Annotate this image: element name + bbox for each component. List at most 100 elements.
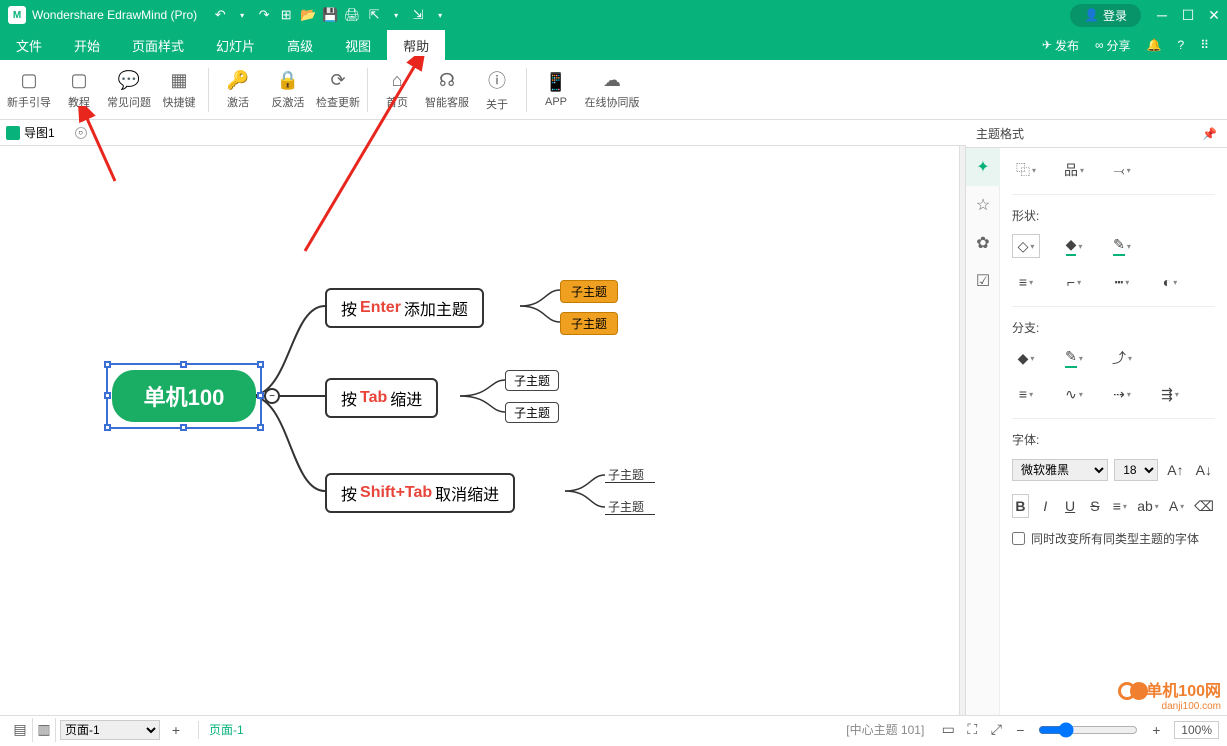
page-select[interactable]: 页面-1 [60,720,160,740]
apps-icon[interactable]: ⠿ [1194,38,1215,52]
subtopic[interactable]: 子主题 [560,312,618,335]
border-color-picker[interactable]: ✎ [1108,234,1136,258]
menu-view[interactable]: 视图 [329,30,387,60]
align-picker[interactable]: ≡ [1111,494,1128,518]
branch-weight-picker[interactable]: ≡ [1012,382,1040,406]
topic-shifttab[interactable]: 按 Shift+Tab 取消缩进 [325,473,515,513]
layout-tree-icon[interactable]: ⿻ [1012,158,1040,182]
minimize-button[interactable]: ─ [1149,0,1175,30]
underline-button[interactable]: U [1062,494,1079,518]
fit-page-icon[interactable]: ⛶ [960,718,984,742]
panel-tab-style[interactable]: ✦ [966,148,1000,186]
subtopic[interactable]: 子主题 [608,498,644,515]
apply-all-checkbox[interactable]: 同时改变所有同类型主题的字体 [1012,530,1215,547]
font-shrink-button[interactable]: A↓ [1193,458,1215,482]
ribbon-guide[interactable]: ▢新手引导 [4,62,54,118]
ribbon-faq[interactable]: 💬常见问题 [104,62,154,118]
page-tab[interactable]: 页面-1 [209,721,244,738]
new-icon[interactable]: ⊞ [276,5,296,25]
ribbon-support[interactable]: ☊智能客服 [422,62,472,118]
ribbon-home[interactable]: ⌂首页 [372,62,422,118]
ribbon-about[interactable]: ⓘ关于 [472,62,522,118]
menu-file[interactable]: 文件 [0,30,58,60]
open-icon[interactable]: 📂 [298,5,318,25]
tab-label[interactable]: 导图1 [24,124,55,141]
fit-width-icon[interactable]: ▭ [936,718,960,742]
zoom-value[interactable]: 100% [1174,721,1219,739]
close-button[interactable]: ✕ [1201,0,1227,30]
dash-picker[interactable]: ┅ [1108,270,1136,294]
outline-view-icon[interactable]: ▤ [8,718,32,742]
clear-format-button[interactable]: ⌫ [1193,494,1215,518]
ribbon-shortcut[interactable]: ▦快捷键 [154,62,204,118]
menu-pagestyle[interactable]: 页面样式 [116,30,200,60]
panel-splitter[interactable] [959,146,966,715]
shadow-picker[interactable]: ◐ [1156,270,1184,294]
page-list-icon[interactable]: ▥ [32,718,56,742]
font-size-select[interactable]: 18 [1114,459,1158,481]
print-icon[interactable]: 🖨 [342,5,362,25]
branch-end-picker[interactable]: ⤴ [1108,346,1136,370]
export-dropdown-icon[interactable]: ▾ [386,5,406,25]
branch-color-picker[interactable]: ◆ [1012,346,1040,370]
fullscreen-icon[interactable]: ⤢ [984,718,1008,742]
menu-start[interactable]: 开始 [58,30,116,60]
ribbon-app[interactable]: 📱APP [531,62,581,118]
layout-fish-icon[interactable]: ⤙ [1108,158,1136,182]
export-icon[interactable]: ⇱ [364,5,384,25]
menu-slides[interactable]: 幻灯片 [200,30,271,60]
topic-tab[interactable]: 按 Tab 缩进 [325,378,438,418]
menu-help[interactable]: 帮助 [387,30,445,60]
branch-style-picker[interactable]: ✎ [1060,346,1088,370]
strike-button[interactable]: S [1087,494,1104,518]
panel-tab-task[interactable]: ☑ [966,262,1000,300]
zoom-in-button[interactable]: + [1144,718,1168,742]
undo-icon[interactable]: ↶ [210,5,230,25]
quick-dropdown-icon[interactable]: ▾ [430,5,450,25]
topic-enter[interactable]: 按 Enter 添加主题 [325,288,484,328]
share-quick-icon[interactable]: ⇲ [408,5,428,25]
collapse-toggle[interactable]: − [264,388,280,404]
ribbon-tutorial[interactable]: ▢教程 [54,62,104,118]
apply-all-input[interactable] [1012,532,1025,545]
font-grow-button[interactable]: A↑ [1164,458,1186,482]
text-highlight-picker[interactable]: ab [1136,494,1160,518]
panel-tab-star[interactable]: ☆ [966,186,1000,224]
text-color-picker[interactable]: A [1168,494,1185,518]
maximize-button[interactable]: ☐ [1175,0,1201,30]
subtopic[interactable]: 子主题 [560,280,618,303]
layout-org-icon[interactable]: 品 [1060,158,1088,182]
ribbon-collab[interactable]: ☁在线协同版 [581,62,643,118]
ribbon-activate[interactable]: 🔑激活 [213,62,263,118]
branch-arrow-picker[interactable]: ⇶ [1156,382,1184,406]
zoom-out-button[interactable]: − [1008,718,1032,742]
font-family-select[interactable]: 微软雅黑 [1012,459,1108,481]
italic-button[interactable]: I [1037,494,1054,518]
help-icon[interactable]: ? [1172,38,1191,52]
subtopic[interactable]: 子主题 [505,402,559,423]
share-button[interactable]: ∞分享 [1089,37,1137,54]
pin-icon[interactable]: 📌 [1202,127,1217,141]
panel-tab-clover[interactable]: ✿ [966,224,1000,262]
branch-curve-picker[interactable]: ∿ [1060,382,1088,406]
line-weight-picker[interactable]: ≡ [1012,270,1040,294]
bold-button[interactable]: B [1012,494,1029,518]
redo-icon[interactable]: ↷ [254,5,274,25]
canvas[interactable]: 单机100 − 按 Enter 添加主题 按 Tab 缩进 按 Shift+Ta… [0,146,959,715]
login-button[interactable]: 👤 登录 [1070,4,1141,27]
branch-dash-picker[interactable]: ⇢ [1108,382,1136,406]
subtopic[interactable]: 子主题 [505,370,559,391]
shape-picker[interactable]: ◇ [1012,234,1040,258]
publish-button[interactable]: ✈发布 [1036,37,1085,54]
fill-color-picker[interactable]: ◆ [1060,234,1088,258]
add-page-button[interactable]: + [164,718,188,742]
undo-dropdown-icon[interactable]: ▾ [232,5,252,25]
ribbon-deactivate[interactable]: 🔒反激活 [263,62,313,118]
ribbon-update[interactable]: ⟳检查更新 [313,62,363,118]
center-topic[interactable]: 单机100 [112,370,256,422]
save-icon[interactable]: 💾 [320,5,340,25]
corner-picker[interactable]: ⌐ [1060,270,1088,294]
subtopic[interactable]: 子主题 [608,466,644,483]
tab-close-button[interactable]: ○ [75,127,87,139]
menu-advanced[interactable]: 高级 [271,30,329,60]
